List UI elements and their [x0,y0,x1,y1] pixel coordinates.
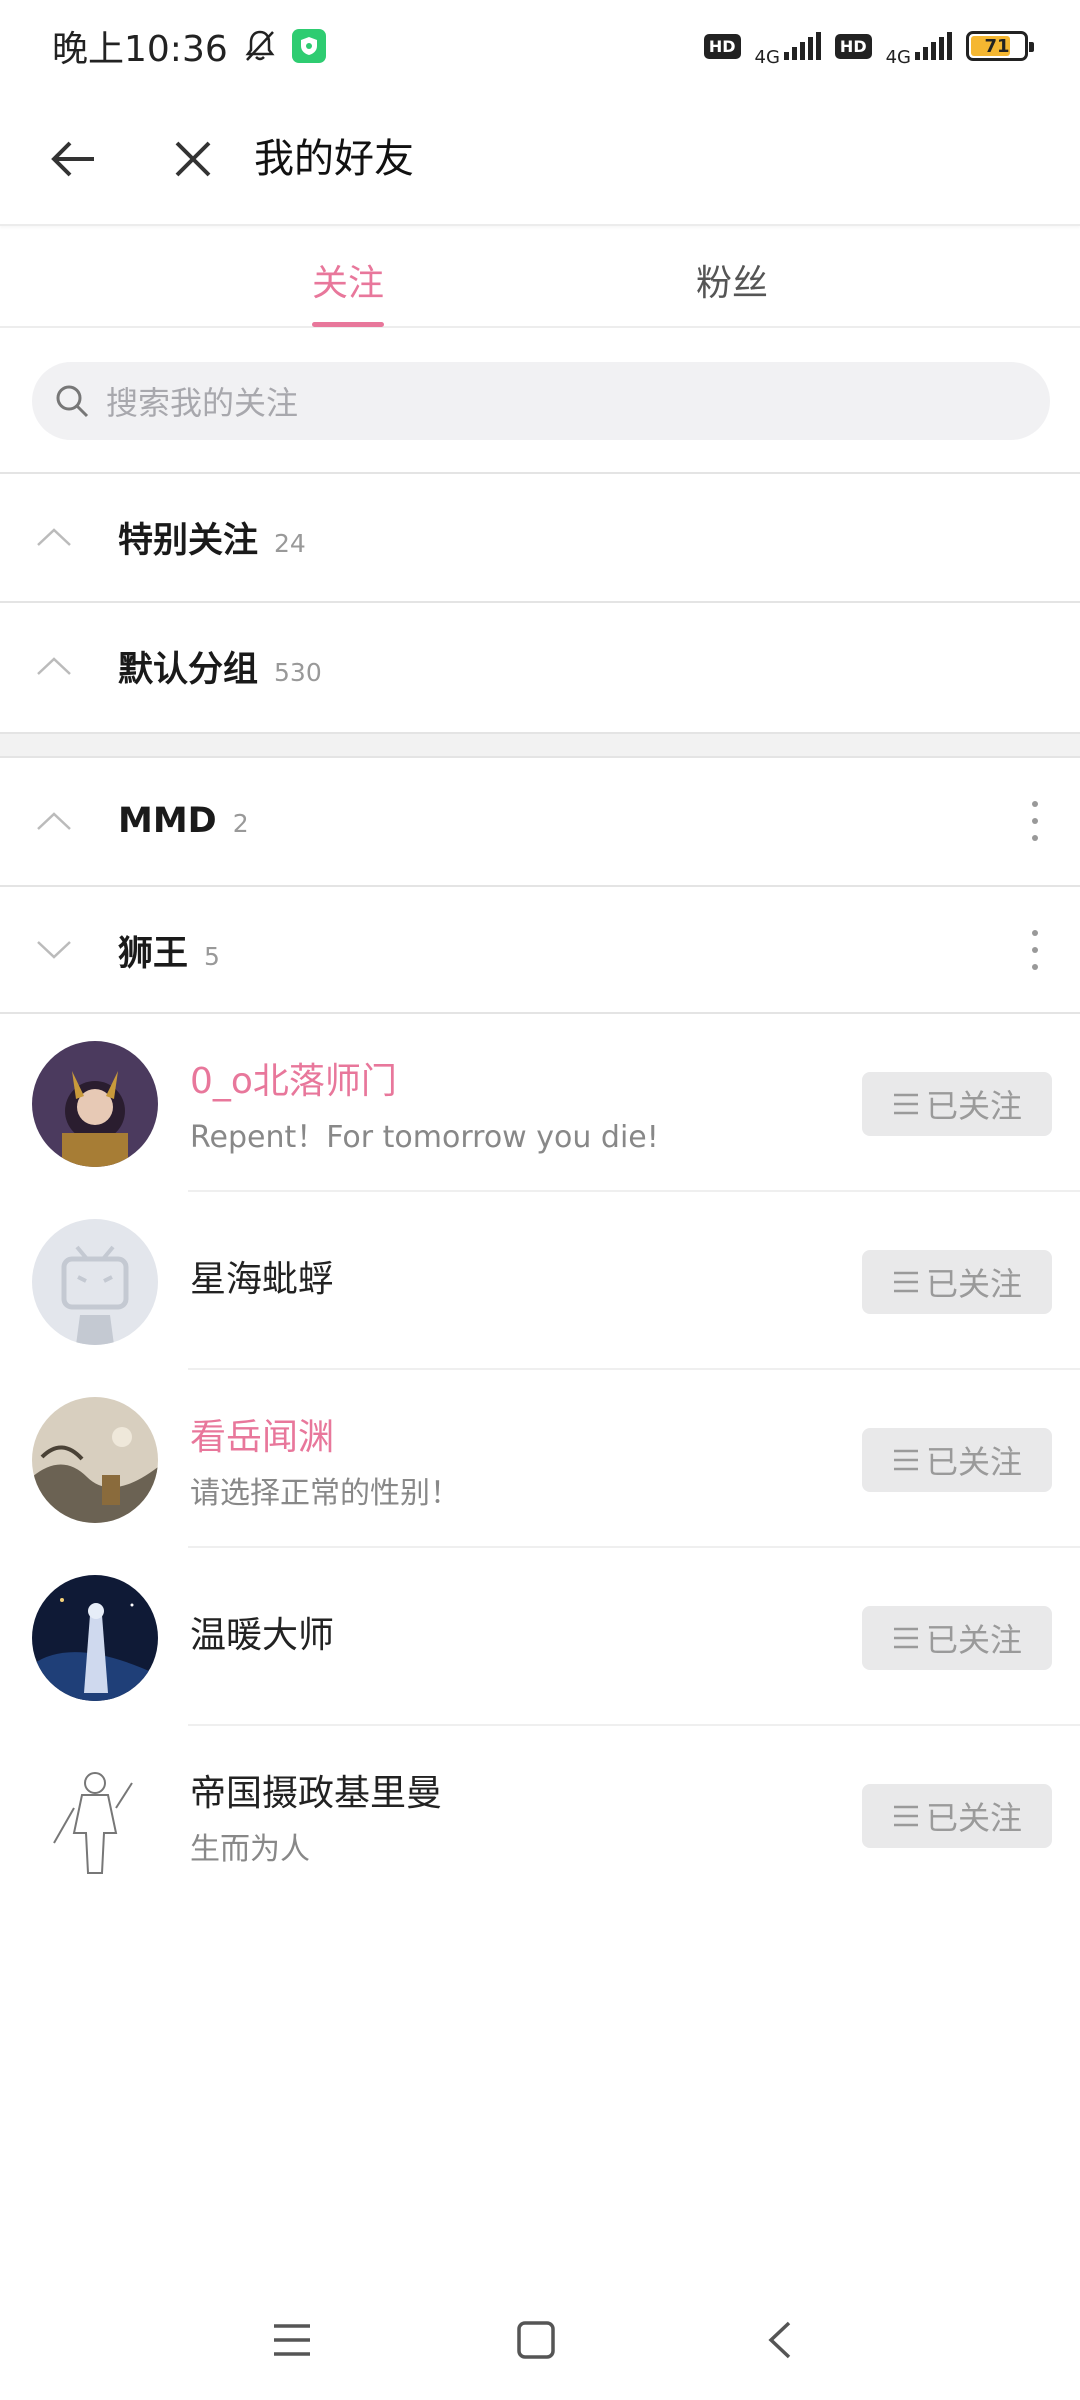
user-name[interactable]: 看岳闻渊 [190,1408,334,1460]
followed-label: 已关注 [925,1443,1022,1481]
list-item[interactable]: 星海蚍蜉 已关注 [0,1192,1080,1370]
avatar[interactable] [32,1041,158,1167]
followed-button[interactable]: 已关注 [862,1250,1052,1314]
user-name[interactable]: 0_o北落师门 [190,1052,397,1104]
tab-following[interactable]: 关注 [312,254,384,306]
menu-icon [274,2324,310,2356]
menu-nav-button[interactable] [262,2310,322,2370]
group-name: 狮王 [118,933,189,974]
home-nav-button[interactable] [506,2310,566,2370]
back-button[interactable] [38,124,108,194]
group-default[interactable]: 默认分组 530 [0,601,1080,729]
app-bar: 我的好友 [0,92,1080,226]
active-tab-indicator [312,322,384,327]
battery-level: 71 [984,35,1010,57]
chevron-left-icon [768,2321,791,2359]
chevron-up-icon [37,657,71,675]
chevron-up-icon [37,812,71,830]
followed-label: 已关注 [925,1621,1022,1659]
avatar[interactable] [32,1575,158,1701]
menu-icon [893,1271,918,1293]
group-count: 530 [274,657,322,687]
search-icon [56,385,89,418]
hd-badge: HD [834,33,872,59]
arrow-left-icon [51,141,94,177]
followed-label: 已关注 [925,1087,1022,1125]
hd-badge: HD [703,33,741,59]
search-input[interactable]: 搜索我的关注 [32,362,1050,440]
group-label: 狮王 5 [118,925,220,976]
user-signature: 生而为人 [190,1832,310,1867]
group-lion-king[interactable]: 狮王 5 [0,885,1080,1013]
followed-button[interactable]: 已关注 [862,1072,1052,1136]
list-item[interactable]: 0_o北落师门 Repent！For tomorrow you die! 已关注 [0,1014,1080,1192]
signal-icon [915,32,952,60]
list-item[interactable]: 温暖大师 已关注 [0,1548,1080,1726]
menu-icon [893,1805,918,1827]
bell-muted-icon [245,30,275,61]
shield-icon [291,29,326,63]
status-bar: 晚上10:36 HD 4G HD 4G 71 [0,0,1080,92]
more-options-icon[interactable] [1020,926,1050,974]
followed-button[interactable]: 已关注 [862,1784,1052,1848]
user-signature: Repent！For tomorrow you die! [190,1120,659,1155]
list-item[interactable]: 看岳闻渊 请选择正常的性别！ 已关注 [0,1370,1080,1548]
group-name: MMD [118,801,217,841]
avatar[interactable] [32,1753,158,1879]
group-count: 24 [274,528,306,558]
menu-icon [893,1093,918,1115]
close-button[interactable] [158,124,228,194]
followed-label: 已关注 [925,1799,1022,1837]
menu-icon [893,1627,918,1649]
chevron-up-icon [37,528,71,546]
back-nav-button[interactable] [750,2310,810,2370]
followed-label: 已关注 [925,1265,1022,1303]
group-name: 特别关注 [118,520,259,561]
group-name: 默认分组 [118,649,259,690]
close-icon [175,141,211,177]
page-title: 我的好友 [254,136,414,182]
section-divider [0,732,1080,756]
group-count: 5 [204,941,220,971]
group-mmd[interactable]: MMD 2 [0,756,1080,884]
group-count: 2 [232,809,249,838]
system-nav-bar [0,2290,1080,2400]
tab-fans[interactable]: 粉丝 [696,254,768,306]
tab-bar: 关注 粉丝 [0,228,1080,328]
search-placeholder: 搜索我的关注 [106,384,299,422]
chevron-down-icon [37,941,71,959]
avatar[interactable] [32,1219,158,1345]
group-label: 默认分组 530 [118,641,322,692]
network-type-label: 4G [885,46,911,68]
group-special-follow[interactable]: 特别关注 24 [0,472,1080,600]
battery-icon: 71 [966,31,1034,61]
list-item[interactable]: 帝国摄政基里曼 生而为人 已关注 [0,1726,1080,1904]
network-type-label: 4G [754,46,780,68]
user-name[interactable]: 温暖大师 [190,1606,334,1658]
user-name[interactable]: 星海蚍蜉 [190,1250,334,1302]
status-time: 晚上10:36 [52,29,228,70]
avatar[interactable] [32,1397,158,1523]
group-label: 特别关注 24 [118,512,306,563]
user-signature: 请选择正常的性别！ [190,1476,460,1511]
more-options-icon[interactable] [1020,797,1050,845]
signal-icon [783,32,821,60]
user-name[interactable]: 帝国摄政基里曼 [190,1764,442,1816]
square-icon [517,2321,555,2359]
menu-icon [893,1449,918,1471]
followed-button[interactable]: 已关注 [862,1606,1052,1670]
group-label: MMD 2 [118,801,249,841]
followed-button[interactable]: 已关注 [862,1428,1052,1492]
